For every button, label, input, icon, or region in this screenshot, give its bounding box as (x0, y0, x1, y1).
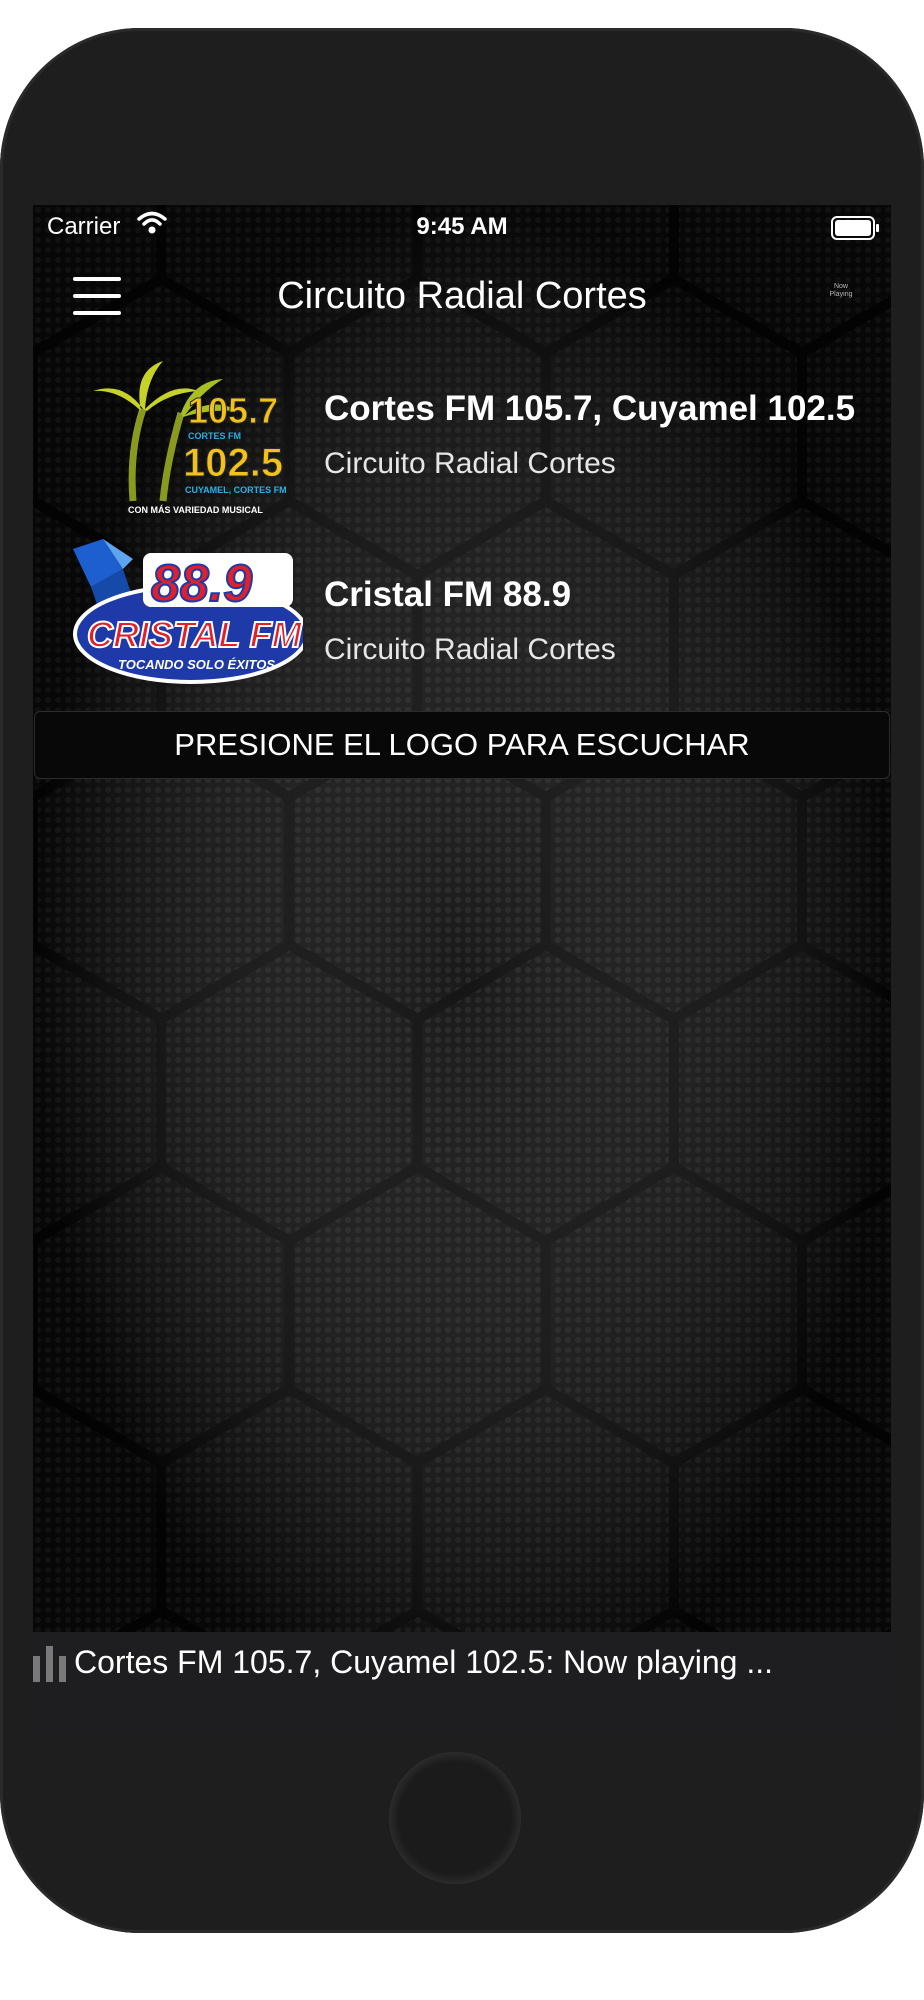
station-list-item[interactable]: 105.7 CORTES FM 102.5 CUYAMEL, CORTES FM… (33, 343, 891, 523)
page-title: Circuito Radial Cortes (277, 275, 647, 317)
logo-brand: CRISTAL FM (87, 614, 303, 655)
logo-freq: 88.9 (151, 555, 252, 613)
logo-tagline: TOCANDO SOLO ÉXITOS (118, 657, 275, 672)
now-playing-button[interactable]: Now Playing (821, 283, 861, 299)
logo-cuyamel: CUYAMEL, CORTES FM (185, 485, 287, 495)
station-name: Cortes FM 105.7, Cuyamel 102.5 (324, 389, 856, 428)
status-bar: Carrier 9:45 AM (33, 205, 891, 253)
press-logo-banner: PRESIONE EL LOGO PARA ESCUCHAR (34, 711, 890, 779)
equalizer-bars-icon (33, 1646, 66, 1682)
logo-freq-2: 102.5 (183, 441, 283, 485)
station-list-item[interactable]: 88.9 CRISTAL FM TOCANDO SOLO ÉXITOS Cris… (33, 529, 891, 709)
station-subtitle: Circuito Radial Cortes (324, 447, 616, 480)
logo-freq-1: 105.7 (188, 390, 278, 431)
status-time: 9:45 AM (416, 213, 508, 240)
mini-player-bar[interactable]: Cortes FM 105.7, Cuyamel 102.5: Now play… (33, 1632, 891, 1735)
now-playing-text: Cortes FM 105.7, Cuyamel 102.5: Now play… (74, 1644, 773, 1680)
navigation-bar: Circuito Radial Cortes Now Playing (33, 253, 891, 343)
now-playing-label-line1: Now (833, 283, 848, 290)
app-screen: Carrier 9:45 AM Circuito Radial Cortes N… (33, 205, 891, 1735)
station-subtitle: Circuito Radial Cortes (324, 633, 616, 666)
cortes-fm-logo[interactable]: 105.7 CORTES FM 102.5 CUYAMEL, CORTES FM… (63, 351, 303, 521)
home-button[interactable] (389, 1752, 521, 1884)
battery-icon (831, 216, 879, 240)
logo-cortes-fm: CORTES FM (188, 431, 241, 441)
station-name: Cristal FM 88.9 (324, 575, 572, 614)
now-playing-label-line2: Playing (829, 291, 853, 298)
logo-tagline: CON MÁS VARIEDAD MUSICAL (128, 505, 263, 515)
cristal-fm-logo[interactable]: 88.9 CRISTAL FM TOCANDO SOLO ÉXITOS (63, 529, 303, 699)
